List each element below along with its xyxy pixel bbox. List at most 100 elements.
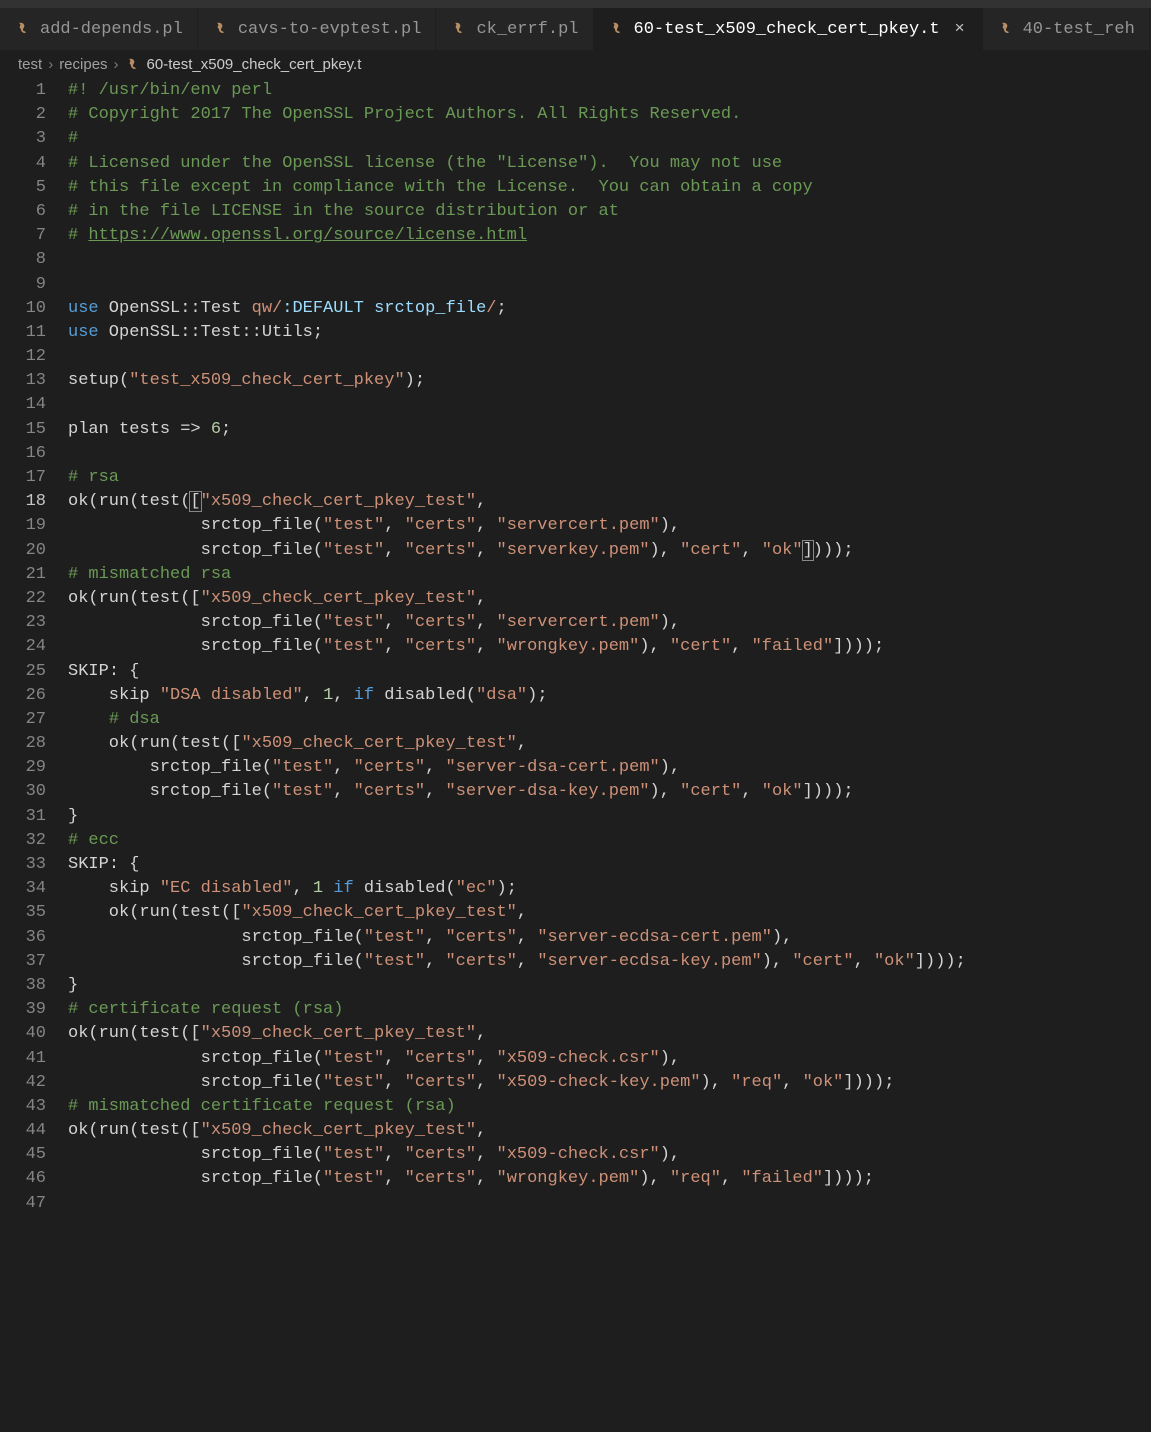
code-line[interactable]: ok(run(test(["x509_check_cert_pkey_test"… (68, 1022, 1151, 1046)
tab-label: 60-test_x509_check_cert_pkey.t (634, 20, 940, 39)
code-line[interactable] (68, 442, 1151, 466)
code-line[interactable]: plan tests => 6; (68, 418, 1151, 442)
code-token: "test" (323, 516, 384, 535)
tab-label: 40-test_reh (1023, 20, 1135, 39)
editor-tab[interactable]: add-depends.pl (0, 8, 198, 50)
code-line[interactable] (68, 345, 1151, 369)
code-line[interactable]: # this file except in compliance with th… (68, 176, 1151, 200)
code-line[interactable]: srctop_file("test", "certs", "server-ecd… (68, 926, 1151, 950)
code-line[interactable] (68, 1192, 1151, 1216)
code-line[interactable]: ok(run(test(["x509_check_cert_pkey_test"… (68, 901, 1151, 925)
code-line[interactable]: # Copyright 2017 The OpenSSL Project Aut… (68, 103, 1151, 127)
editor-tab[interactable]: 40-test_reh (983, 8, 1150, 50)
code-line[interactable]: srctop_file("test", "certs", "wrongkey.p… (68, 635, 1151, 659)
code-token: "server-ecdsa-cert.pem" (537, 928, 772, 947)
code-line[interactable]: srctop_file("test", "certs", "server-dsa… (68, 780, 1151, 804)
code-line[interactable]: # ecc (68, 829, 1151, 853)
code-token: ]))); (915, 952, 966, 971)
code-line[interactable]: } (68, 974, 1151, 998)
code-line[interactable]: ok(run(test(["x509_check_cert_pkey_test"… (68, 587, 1151, 611)
code-token: srctop_file( (68, 1169, 323, 1188)
code-line[interactable] (68, 393, 1151, 417)
code-editor[interactable]: 1234567891011121314151617181920212223242… (0, 79, 1151, 1216)
perl-file-icon (212, 20, 230, 38)
code-line[interactable]: SKIP: { (68, 660, 1151, 684)
code-token: , (384, 1145, 404, 1164)
code-token: ), (660, 758, 680, 777)
code-token: "cert" (792, 952, 853, 971)
breadcrumb-file[interactable]: 60-test_x509_check_cert_pkey.t (125, 56, 362, 73)
code-token: : { (109, 662, 140, 681)
line-number: 23 (0, 611, 46, 635)
code-line[interactable]: # Licensed under the OpenSSL license (th… (68, 152, 1151, 176)
code-token: "x509_check_cert_pkey_test" (241, 903, 516, 922)
code-token: , (476, 613, 496, 632)
code-line[interactable]: SKIP: { (68, 853, 1151, 877)
code-token: plan (68, 420, 119, 439)
line-number: 24 (0, 635, 46, 659)
code-line[interactable]: ok(run(test(["x509_check_cert_pkey_test"… (68, 732, 1151, 756)
code-line[interactable]: srctop_file("test", "certs", "servercert… (68, 611, 1151, 635)
line-number: 34 (0, 877, 46, 901)
code-line[interactable]: use OpenSSL::Test qw/:DEFAULT srctop_fil… (68, 297, 1151, 321)
code-line[interactable] (68, 273, 1151, 297)
editor-tab[interactable]: 60-test_x509_check_cert_pkey.t × (594, 8, 983, 50)
code-line[interactable]: srctop_file("test", "certs", "x509-check… (68, 1071, 1151, 1095)
code-line[interactable]: srctop_file("test", "certs", "wrongkey.p… (68, 1167, 1151, 1191)
code-line[interactable]: # in the file LICENSE in the source dist… (68, 200, 1151, 224)
editor-tab[interactable]: ck_errf.pl (436, 8, 593, 50)
breadcrumb-part[interactable]: recipes (59, 56, 107, 73)
code-token: "cert" (680, 782, 741, 801)
code-token: "x509_check_cert_pkey_test" (201, 492, 476, 511)
code-line[interactable]: skip "EC disabled", 1 if disabled("ec"); (68, 877, 1151, 901)
code-line[interactable]: srctop_file("test", "certs", "servercert… (68, 514, 1151, 538)
code-line[interactable]: srctop_file("test", "certs", "server-dsa… (68, 756, 1151, 780)
line-number: 25 (0, 660, 46, 684)
code-line[interactable]: # mismatched certificate request (rsa) (68, 1095, 1151, 1119)
code-token: "test" (323, 613, 384, 632)
code-token: "test" (323, 1049, 384, 1068)
code-line[interactable]: # (68, 127, 1151, 151)
code-line[interactable]: srctop_file("test", "certs", "x509-check… (68, 1047, 1151, 1071)
code-token: , (476, 516, 496, 535)
code-token: srctop_file( (68, 1145, 323, 1164)
code-line[interactable]: srctop_file("test", "certs", "x509-check… (68, 1143, 1151, 1167)
code-token: srctop_file( (68, 928, 364, 947)
code-line[interactable]: srctop_file("test", "certs", "serverkey.… (68, 539, 1151, 563)
code-line[interactable]: # certificate request (rsa) (68, 998, 1151, 1022)
code-token: use (68, 299, 99, 318)
code-token: ), (701, 1073, 732, 1092)
code-token: srctop_file( (68, 758, 272, 777)
code-line[interactable]: setup("test_x509_check_cert_pkey"); (68, 369, 1151, 393)
code-token: skip (68, 879, 160, 898)
line-number: 17 (0, 466, 46, 490)
code-line[interactable]: #! /usr/bin/env perl (68, 79, 1151, 103)
code-line[interactable]: # mismatched rsa (68, 563, 1151, 587)
code-token: ), (762, 952, 793, 971)
code-content[interactable]: #! /usr/bin/env perl# Copyright 2017 The… (68, 79, 1151, 1216)
line-number: 29 (0, 756, 46, 780)
code-token: ), (660, 516, 680, 535)
code-line[interactable]: # dsa (68, 708, 1151, 732)
code-line[interactable] (68, 248, 1151, 272)
editor-tab[interactable]: cavs-to-evptest.pl (198, 8, 437, 50)
breadcrumb-part[interactable]: test (18, 56, 42, 73)
code-line[interactable]: srctop_file("test", "certs", "server-ecd… (68, 950, 1151, 974)
code-line[interactable]: # rsa (68, 466, 1151, 490)
code-token: , (333, 686, 353, 705)
code-token: "failed" (741, 1169, 823, 1188)
code-line[interactable]: ok(run(test(["x509_check_cert_pkey_test"… (68, 1119, 1151, 1143)
code-line[interactable]: } (68, 805, 1151, 829)
code-line[interactable]: # https://www.openssl.org/source/license… (68, 224, 1151, 248)
code-line[interactable]: ok(run(test(["x509_check_cert_pkey_test"… (68, 490, 1151, 514)
breadcrumb[interactable]: test › recipes › 60-test_x509_check_cert… (0, 50, 1151, 79)
code-line[interactable]: skip "DSA disabled", 1, if disabled("dsa… (68, 684, 1151, 708)
code-token: "test" (323, 1145, 384, 1164)
code-token: SKIP (68, 662, 109, 681)
code-token: , (476, 1169, 496, 1188)
code-token: ok(run(test( (68, 492, 190, 511)
code-line[interactable]: use OpenSSL::Test::Utils; (68, 321, 1151, 345)
close-icon[interactable]: × (952, 21, 968, 37)
code-token: , (731, 637, 751, 656)
perl-file-icon (608, 20, 626, 38)
